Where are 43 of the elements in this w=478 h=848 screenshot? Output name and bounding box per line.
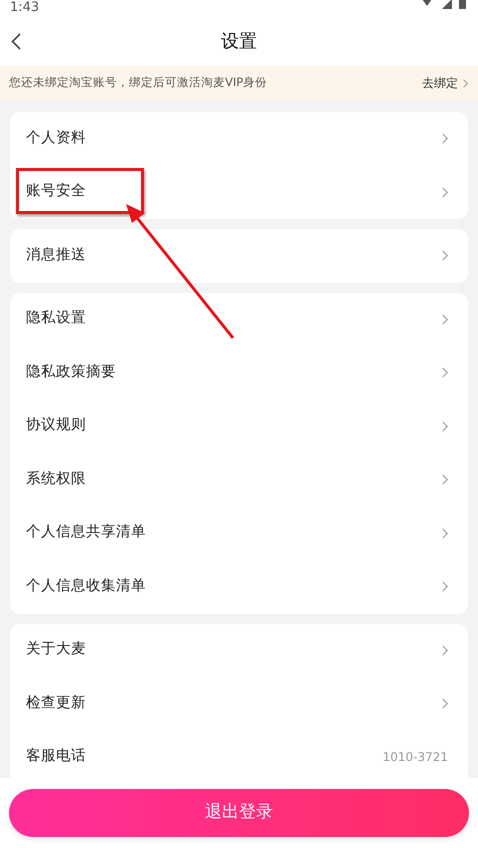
settings-row[interactable]: 个人信息收集清单 (10, 560, 468, 614)
chevron-right-icon (442, 581, 448, 592)
row-value: 1010-3721 (382, 749, 448, 766)
chevron-right-icon (463, 78, 468, 88)
chevron-right-icon (442, 314, 448, 325)
row-label: 隐私设置 (26, 309, 86, 328)
chevron-right-icon (442, 186, 448, 198)
logout-button[interactable]: 退出登录 (9, 789, 469, 837)
row-label: 个人信息共享清单 (26, 522, 146, 542)
settings-row[interactable]: 关于大麦 (10, 624, 468, 677)
settings-row[interactable]: 个人资料 (10, 112, 468, 166)
row-label: 检查更新 (26, 694, 86, 713)
settings-row[interactable]: 隐私设置 (10, 292, 468, 346)
banner-text: 您还未绑定淘宝账号，绑定后可激活淘麦VIP身份 (9, 74, 268, 92)
chevron-right-icon (442, 420, 448, 432)
bind-link[interactable]: 去绑定 (422, 74, 468, 92)
settings-row[interactable]: 协议规则 (10, 400, 468, 453)
row-label: 个人信息收集清单 (26, 576, 146, 596)
status-time: 1:43 (10, 0, 40, 15)
back-icon[interactable] (11, 32, 21, 50)
row-label: 消息推送 (26, 246, 86, 265)
row-label: 账号安全 (26, 182, 86, 202)
chevron-right-icon (442, 250, 448, 262)
chevron-right-icon (442, 367, 448, 378)
settings-row[interactable]: 检查更新 (10, 677, 468, 730)
settings-row[interactable]: 隐私政策摘要 (10, 346, 468, 400)
row-label: 关于大麦 (26, 640, 86, 660)
row-label: 系统权限 (26, 470, 86, 489)
settings-row[interactable]: 消息推送 (10, 229, 468, 282)
chevron-right-icon (442, 644, 448, 656)
chevron-right-icon (442, 474, 448, 486)
row-label: 协议规则 (26, 416, 86, 436)
settings-row[interactable]: 系统权限 (10, 453, 468, 506)
settings-row[interactable]: 账号安全 (10, 166, 468, 219)
settings-row[interactable]: 个人信息共享清单 (10, 506, 468, 560)
chevron-right-icon (442, 133, 448, 144)
settings-row[interactable]: 客服电话 1010-3721 (10, 730, 468, 778)
row-label: 客服电话 (26, 746, 86, 766)
row-label: 个人资料 (26, 128, 86, 148)
page-title: 设置 (221, 30, 257, 54)
chevron-right-icon (442, 528, 448, 539)
chevron-right-icon (442, 698, 448, 710)
row-label: 隐私政策摘要 (26, 362, 116, 382)
